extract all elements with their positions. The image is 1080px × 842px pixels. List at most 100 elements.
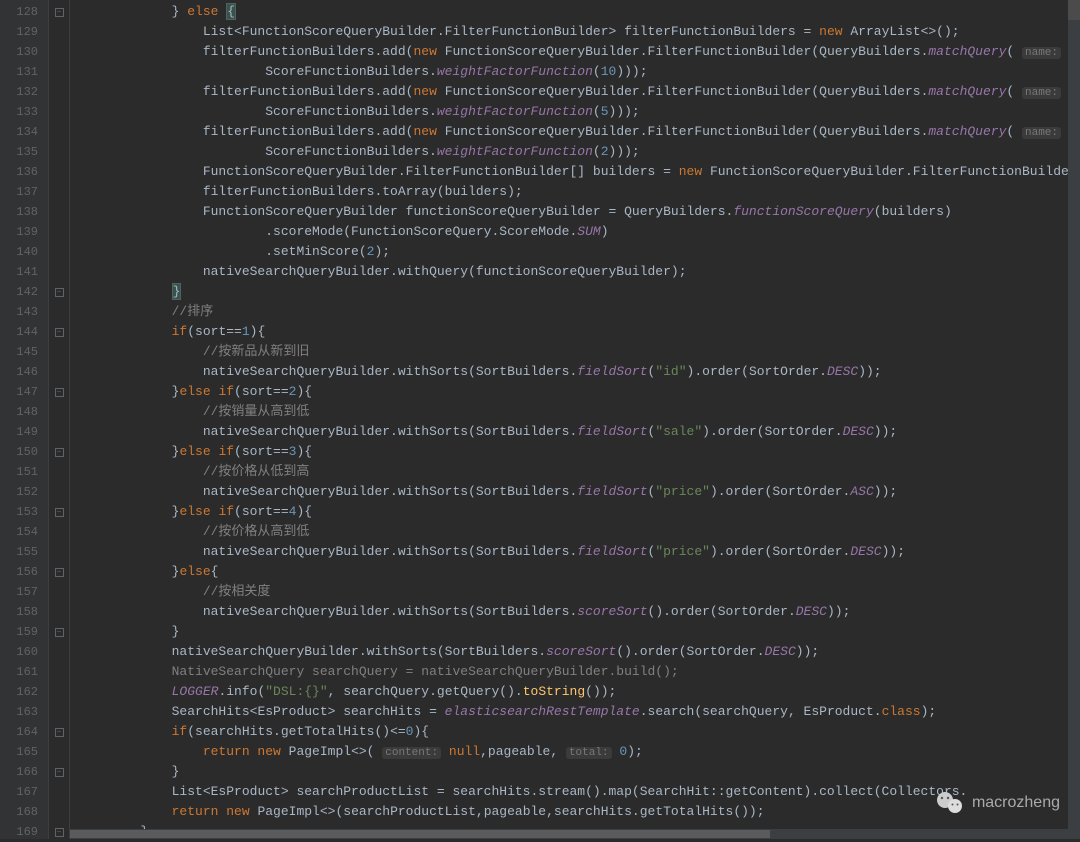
fold-gutter-line[interactable] <box>49 422 69 442</box>
fold-gutter-line[interactable] <box>49 102 69 122</box>
code-line[interactable]: filterFunctionBuilders.add(new FunctionS… <box>70 122 1068 142</box>
code-line[interactable]: nativeSearchQueryBuilder.withSorts(SortB… <box>70 362 1068 382</box>
code-line[interactable]: ScoreFunctionBuilders.weightFactorFuncti… <box>70 62 1068 82</box>
fold-gutter-line[interactable] <box>49 342 69 362</box>
fold-gutter-line[interactable] <box>49 82 69 102</box>
fold-gutter-line[interactable] <box>49 742 69 762</box>
fold-gutter-line[interactable] <box>49 42 69 62</box>
fold-gutter-line[interactable] <box>49 62 69 82</box>
fold-gutter-line[interactable] <box>49 302 69 322</box>
code-line[interactable]: //按新品从新到旧 <box>70 342 1068 362</box>
code-line[interactable]: //按销量从高到低 <box>70 402 1068 422</box>
code-line[interactable]: List<EsProduct> searchProductList = sear… <box>70 782 1068 802</box>
code-line[interactable]: ScoreFunctionBuilders.weightFactorFuncti… <box>70 142 1068 162</box>
fold-toggle-icon[interactable]: − <box>55 448 64 457</box>
code-line[interactable]: }else if(sort==2){ <box>70 382 1068 402</box>
code-line[interactable]: } <box>70 282 1068 302</box>
fold-gutter-line[interactable]: − <box>49 722 69 742</box>
code-line[interactable]: //按价格从低到高 <box>70 462 1068 482</box>
code-line[interactable]: //排序 <box>70 302 1068 322</box>
fold-toggle-icon[interactable]: − <box>55 288 64 297</box>
fold-gutter-line[interactable] <box>49 782 69 802</box>
code-line[interactable]: LOGGER.info("DSL:{}", searchQuery.getQue… <box>70 682 1068 702</box>
code-line[interactable]: } <box>70 622 1068 642</box>
fold-toggle-icon[interactable]: − <box>55 628 64 637</box>
code-line[interactable]: nativeSearchQueryBuilder.withSorts(SortB… <box>70 482 1068 502</box>
fold-gutter-line[interactable] <box>49 582 69 602</box>
fold-gutter-line[interactable] <box>49 242 69 262</box>
fold-gutter-line[interactable]: − <box>49 762 69 782</box>
fold-gutter-line[interactable] <box>49 462 69 482</box>
fold-gutter-line[interactable] <box>49 122 69 142</box>
code-line[interactable]: filterFunctionBuilders.toArray(builders)… <box>70 182 1068 202</box>
code-line[interactable]: if(sort==1){ <box>70 322 1068 342</box>
minimap-scrollbar[interactable] <box>1068 0 1080 839</box>
code-line[interactable]: }else{ <box>70 562 1068 582</box>
fold-toggle-icon[interactable]: − <box>55 568 64 577</box>
code-line[interactable]: filterFunctionBuilders.add(new FunctionS… <box>70 42 1068 62</box>
fold-toggle-icon[interactable]: − <box>55 328 64 337</box>
fold-column[interactable]: − − − − − − − − − − − <box>48 0 70 839</box>
code-line[interactable]: } else { <box>70 2 1068 22</box>
code-area[interactable]: } else { List<FunctionScoreQueryBuilder.… <box>70 0 1068 839</box>
code-line[interactable]: nativeSearchQueryBuilder.withSorts(SortB… <box>70 422 1068 442</box>
code-line[interactable]: nativeSearchQueryBuilder.withSorts(SortB… <box>70 602 1068 622</box>
code-line[interactable]: //按相关度 <box>70 582 1068 602</box>
fold-toggle-icon[interactable]: − <box>55 388 64 397</box>
fold-gutter-line[interactable]: − <box>49 622 69 642</box>
code-line[interactable]: return new PageImpl<>(searchProductList,… <box>70 802 1068 822</box>
code-line[interactable]: }else if(sort==3){ <box>70 442 1068 462</box>
fold-toggle-icon[interactable]: − <box>55 8 64 17</box>
fold-gutter-line[interactable]: − <box>49 502 69 522</box>
code-line[interactable]: nativeSearchQueryBuilder.withQuery(funct… <box>70 262 1068 282</box>
fold-gutter-line[interactable]: − <box>49 382 69 402</box>
code-line[interactable]: .setMinScore(2); <box>70 242 1068 262</box>
fold-gutter-line[interactable] <box>49 682 69 702</box>
fold-gutter-line[interactable] <box>49 202 69 222</box>
fold-toggle-icon[interactable]: − <box>55 728 64 737</box>
fold-gutter-line[interactable] <box>49 522 69 542</box>
fold-gutter-line[interactable]: − <box>49 282 69 302</box>
fold-gutter-line[interactable] <box>49 802 69 822</box>
code-line[interactable]: ScoreFunctionBuilders.weightFactorFuncti… <box>70 102 1068 122</box>
fold-gutter-line[interactable] <box>49 602 69 622</box>
fold-gutter-line[interactable] <box>49 702 69 722</box>
code-editor[interactable]: 1281291301311321331341351361371381391401… <box>0 0 1080 839</box>
code-line[interactable]: }else if(sort==4){ <box>70 502 1068 522</box>
fold-toggle-icon[interactable]: − <box>55 768 64 777</box>
fold-gutter-line[interactable] <box>49 642 69 662</box>
code-line[interactable]: if(searchHits.getTotalHits()<=0){ <box>70 722 1068 742</box>
code-line[interactable]: filterFunctionBuilders.add(new FunctionS… <box>70 82 1068 102</box>
fold-gutter-line[interactable] <box>49 182 69 202</box>
fold-gutter-line[interactable] <box>49 662 69 682</box>
code-line[interactable]: List<FunctionScoreQueryBuilder.FilterFun… <box>70 22 1068 42</box>
code-line[interactable]: } <box>70 762 1068 782</box>
fold-gutter-line[interactable]: − <box>49 322 69 342</box>
horizontal-scrollbar-thumb[interactable] <box>70 830 770 838</box>
code-line[interactable]: FunctionScoreQueryBuilder.FilterFunction… <box>70 162 1068 182</box>
fold-toggle-icon[interactable]: − <box>55 508 64 517</box>
fold-toggle-icon[interactable]: − <box>55 828 64 837</box>
fold-gutter-line[interactable]: − <box>49 2 69 22</box>
fold-gutter-line[interactable] <box>49 362 69 382</box>
fold-gutter-line[interactable] <box>49 222 69 242</box>
fold-gutter-line[interactable] <box>49 482 69 502</box>
fold-gutter-line[interactable] <box>49 22 69 42</box>
fold-gutter-line[interactable]: − <box>49 442 69 462</box>
fold-gutter-line[interactable] <box>49 402 69 422</box>
horizontal-scrollbar[interactable] <box>70 829 1068 839</box>
code-line[interactable]: .scoreMode(FunctionScoreQuery.ScoreMode.… <box>70 222 1068 242</box>
code-line[interactable]: //按价格从高到低 <box>70 522 1068 542</box>
fold-gutter-line[interactable] <box>49 142 69 162</box>
code-line[interactable]: NativeSearchQuery searchQuery = nativeSe… <box>70 662 1068 682</box>
fold-gutter-line[interactable] <box>49 262 69 282</box>
code-line[interactable]: nativeSearchQueryBuilder.withSorts(SortB… <box>70 542 1068 562</box>
code-line[interactable]: nativeSearchQueryBuilder.withSorts(SortB… <box>70 642 1068 662</box>
code-line[interactable]: FunctionScoreQueryBuilder functionScoreQ… <box>70 202 1068 222</box>
fold-gutter-line[interactable]: − <box>49 822 69 842</box>
code-line[interactable]: SearchHits<EsProduct> searchHits = elast… <box>70 702 1068 722</box>
fold-gutter-line[interactable]: − <box>49 562 69 582</box>
fold-gutter-line[interactable] <box>49 542 69 562</box>
code-line[interactable]: return new PageImpl<>( content: null,pag… <box>70 742 1068 762</box>
fold-gutter-line[interactable] <box>49 162 69 182</box>
